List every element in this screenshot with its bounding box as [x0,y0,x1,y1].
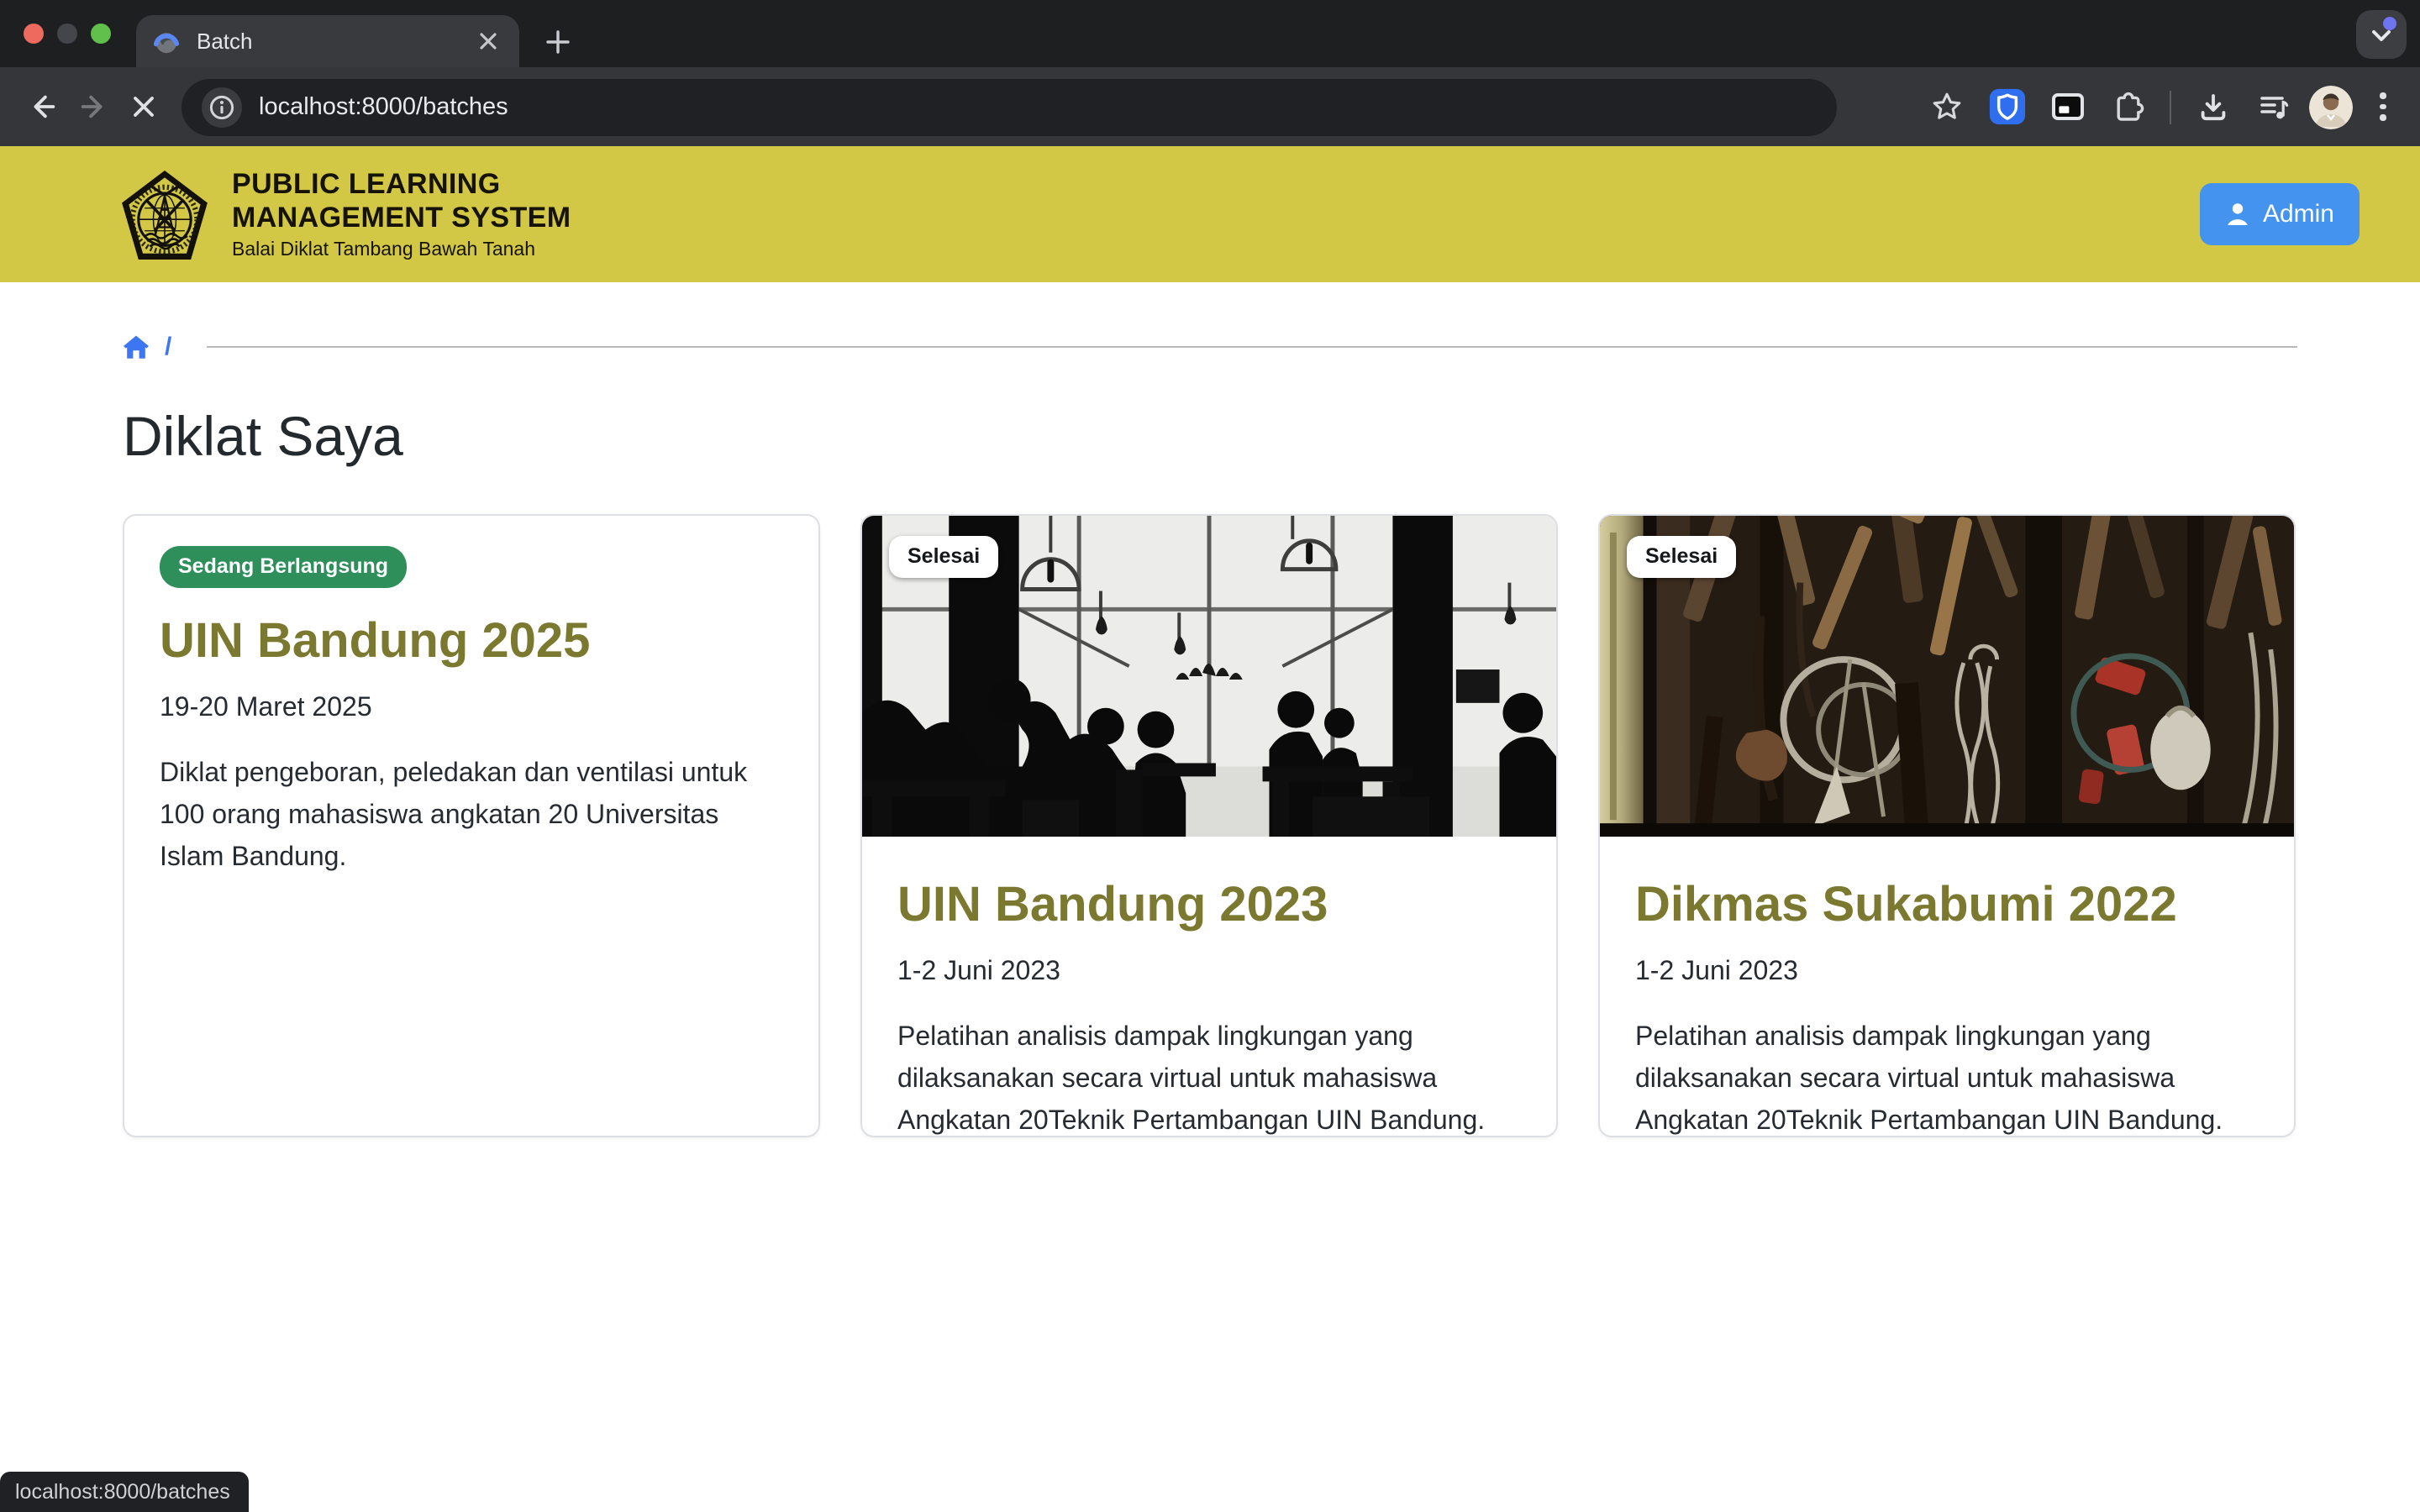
extensions-puzzle-icon[interactable] [2102,81,2153,132]
tab-close-icon[interactable] [472,26,502,56]
breadcrumb: / [123,333,2297,360]
new-tab-button[interactable] [538,22,578,62]
url-text[interactable]: localhost:8000/batches [259,93,508,120]
person-icon [2226,202,2251,227]
card-date: 1-2 Juni 2023 [1635,958,2259,988]
toolbar-divider [2170,90,2171,123]
minimize-window-button[interactable] [57,24,77,44]
page-title: Diklat Saya [123,405,2297,469]
back-icon[interactable] [17,81,67,132]
tab-search-button[interactable] [2356,10,2407,59]
brand-title-line2: MANAGEMENT SYSTEM [232,202,571,235]
home-icon[interactable] [123,333,150,359]
card-title: UIN Bandung 2025 [160,613,783,672]
breadcrumb-rule [207,345,2297,347]
profile-avatar[interactable] [2309,85,2353,129]
card-description: Pelatihan analisis dampak lingkungan yan… [1635,1016,2259,1137]
browser-tab[interactable]: Batch [136,15,519,67]
batch-card-uin-bandung-2023[interactable]: Selesai [860,514,1558,1137]
tab-title: Batch [197,29,472,54]
browser-window: Batch [0,0,2420,1512]
media-controls-icon[interactable] [2249,81,2299,132]
brand-subtitle: Balai Diklat Tambang Bawah Tanah [232,240,571,260]
card-date: 19-20 Maret 2025 [160,694,783,724]
picture-in-picture-icon[interactable] [2042,81,2092,132]
url-address-bar[interactable]: localhost:8000/batches [182,78,1837,135]
status-badge: Sedang Berlangsung [160,546,407,588]
stop-loading-icon[interactable] [118,81,168,132]
card-image: Selesai [862,516,1556,837]
card-title: UIN Bandung 2023 [897,877,1521,936]
bitwarden-extension-icon[interactable] [1981,81,2032,132]
bookmark-star-icon[interactable] [1921,81,1971,132]
card-image: Selesai [1600,516,2294,837]
status-url-tooltip: localhost:8000/batches [0,1472,249,1512]
card-description: Pelatihan analisis dampak lingkungan yan… [897,1016,1521,1137]
admin-button[interactable]: Admin [2201,183,2360,245]
tab-favicon-globe-icon [153,28,180,55]
forward-icon[interactable] [67,81,118,132]
card-date: 1-2 Juni 2023 [897,958,1521,988]
page-content: / Diklat Saya Sedang Berlangsung UIN Ban… [0,333,2420,1137]
card-title: Dikmas Sukabumi 2022 [1635,877,2259,936]
traffic-lights [24,24,111,44]
batch-card-list: Sedang Berlangsung UIN Bandung 2025 19-2… [123,514,2297,1137]
close-window-button[interactable] [24,24,44,44]
esdm-logo [121,169,208,260]
browser-toolbar: localhost:8000/batches [0,67,2420,146]
downloads-icon[interactable] [2188,81,2238,132]
fullscreen-window-button[interactable] [91,24,111,44]
card-description: Diklat pengeboran, peledakan dan ventila… [160,753,783,879]
update-notification-dot [2383,17,2396,30]
tab-strip: Batch [0,0,2420,67]
batch-card-dikmas-sukabumi-2022[interactable]: Selesai [1598,514,2296,1137]
site-info-icon[interactable] [202,87,242,127]
brand-title-line1: PUBLIC LEARNING [232,168,571,202]
browser-menu-icon[interactable] [2363,81,2403,132]
breadcrumb-separator: / [165,332,171,360]
batch-card-uin-bandung-2025[interactable]: Sedang Berlangsung UIN Bandung 2025 19-2… [123,514,820,1137]
brand: PUBLIC LEARNING MANAGEMENT SYSTEM Balai … [121,168,571,260]
admin-button-label: Admin [2263,200,2334,228]
status-badge: Selesai [1627,536,1736,578]
status-badge: Selesai [889,536,998,578]
toolbar-right-icons [1921,81,2403,132]
site-header: PUBLIC LEARNING MANAGEMENT SYSTEM Balai … [0,146,2420,282]
